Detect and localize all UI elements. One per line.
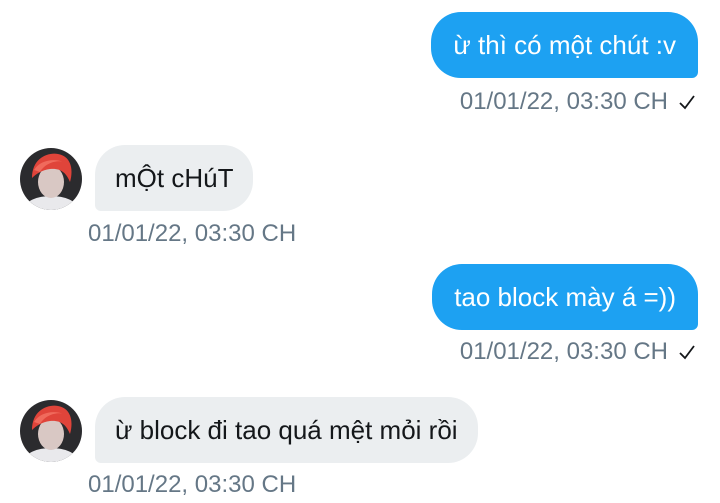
red-hair-avatar-icon xyxy=(20,148,82,210)
message-timestamp: 01/01/22, 03:30 CH xyxy=(459,338,668,365)
message-timestamp: 01/01/22, 03:30 CH xyxy=(459,88,668,115)
message-meta: 01/01/22, 03:30 CH xyxy=(460,337,696,367)
message-meta: 01/01/22, 03:30 CH xyxy=(460,87,696,117)
red-hair-avatar-icon xyxy=(20,400,82,462)
message-bubble-received[interactable]: ừ block đi tao quá mệt mỏi rồi xyxy=(95,397,478,463)
avatar[interactable] xyxy=(20,148,82,210)
avatar[interactable] xyxy=(20,400,82,462)
message-timestamp: 01/01/22, 03:30 CH xyxy=(88,471,297,498)
check-icon xyxy=(679,95,695,110)
message-bubble-sent[interactable]: ừ thì có một chút :v xyxy=(431,12,698,78)
message-bubble-received[interactable]: mỘt cHúT xyxy=(95,145,254,211)
message-bubble-sent[interactable]: tao block mày á =)) xyxy=(432,264,698,330)
message-timestamp: 01/01/22, 03:30 CH xyxy=(88,220,297,247)
check-icon xyxy=(679,345,695,360)
